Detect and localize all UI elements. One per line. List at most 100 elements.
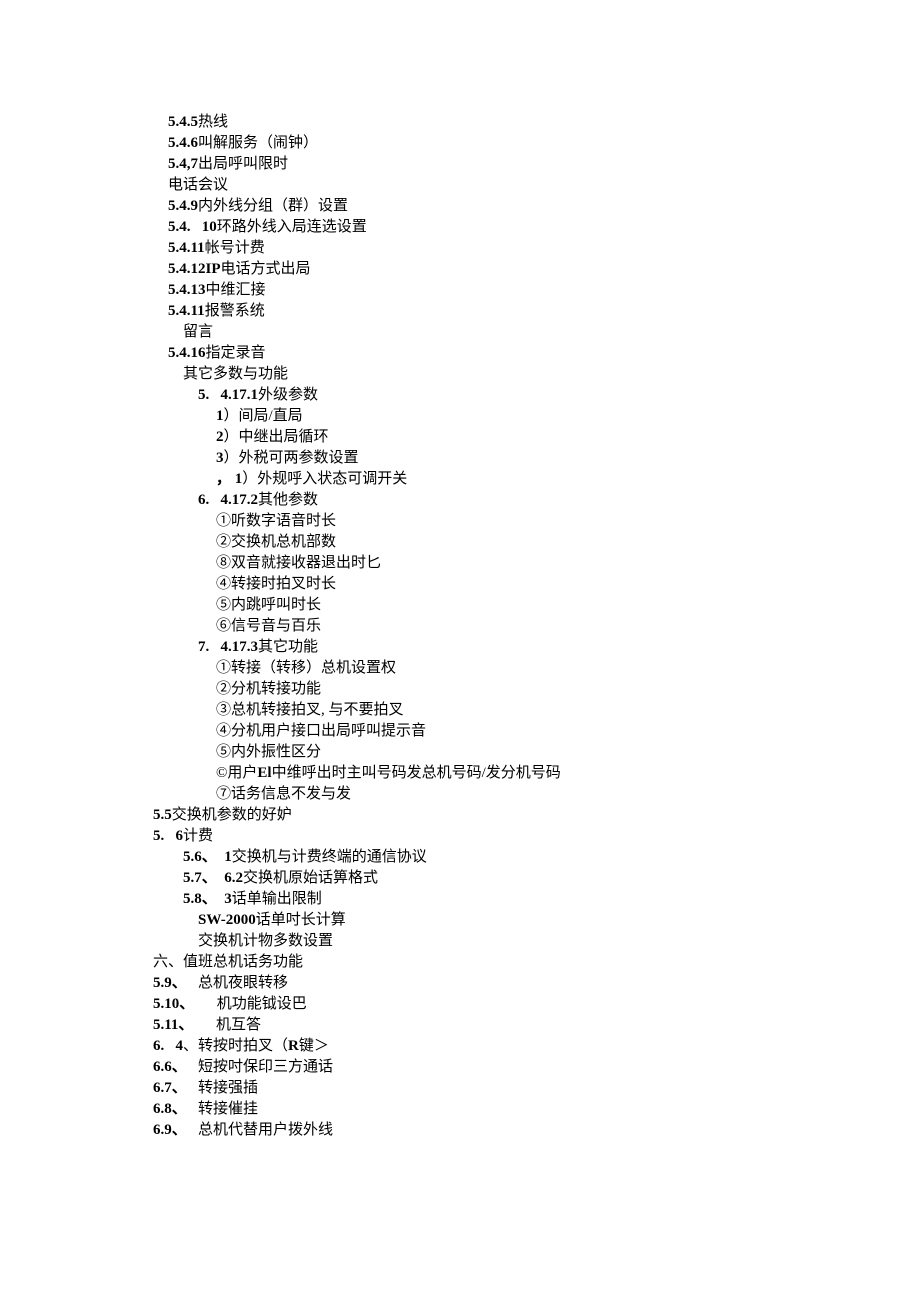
text-segment: 6.9、	[153, 1122, 198, 1138]
text-line: 交换机计物多数设置	[198, 931, 840, 952]
text-segment: 5.4.5	[168, 114, 198, 130]
text-segment: 6.8、	[153, 1101, 198, 1117]
text-segment: 1	[216, 408, 224, 424]
text-line: 5.4.16指定录音	[168, 343, 840, 364]
text-segment: 6.6、	[153, 1059, 198, 1075]
text-segment: 5.7、 6.2	[183, 870, 243, 886]
text-segment: 5.4.16	[168, 345, 206, 361]
text-line: 5.11、 机互答	[153, 1015, 840, 1036]
text-segment: 5.4,7	[168, 156, 198, 172]
text-segment: 外级参数	[258, 387, 318, 403]
text-segment: ©用户	[216, 765, 257, 781]
text-segment: 话单吋长计算	[256, 912, 346, 928]
text-segment: 3	[216, 450, 224, 466]
text-line: 5.5交换机参数的好妒	[153, 805, 840, 826]
text-segment: 转接强插	[198, 1080, 258, 1096]
text-line: ④转接时拍叉时长	[216, 574, 840, 595]
text-segment: 叫解服务（闹钟）	[198, 135, 318, 151]
text-line: 5.4.13中维汇接	[168, 280, 840, 301]
text-segment: R	[288, 1038, 299, 1054]
text-line: 5. 4.17.1外级参数	[198, 385, 840, 406]
text-segment: ⑦话务信息不发与发	[216, 786, 351, 802]
text-segment: 交换机参数的好妒	[172, 807, 292, 823]
text-segment: 交换机与计费终端的通信协议	[232, 849, 427, 865]
text-segment: 5.10、	[153, 996, 217, 1012]
text-segment: 话单输出限制	[232, 891, 322, 907]
text-line: 6.6、 短按吋保印三方通话	[153, 1057, 840, 1078]
text-segment: 计费	[183, 828, 213, 844]
text-segment: ③总机转接拍叉, 与不要拍叉	[216, 702, 404, 718]
text-line: 6.7、 转接强插	[153, 1078, 840, 1099]
text-segment: 中维汇接	[206, 282, 266, 298]
text-segment: 热线	[198, 114, 228, 130]
text-line: 5.8、 3话单输出限制	[183, 889, 840, 910]
text-segment: ⑤内外振性区分	[216, 744, 321, 760]
text-line: 3）外税可两参数设置	[216, 448, 840, 469]
text-line: 5.4,7出局呼叫限时	[168, 154, 840, 175]
text-segment: 指定录音	[206, 345, 266, 361]
text-line: 电话会议	[168, 175, 840, 196]
text-segment: 报警系统	[205, 303, 265, 319]
text-segment: 5.8、 3	[183, 891, 232, 907]
text-segment: 5.5	[153, 807, 172, 823]
text-segment: 6. 4.17.2	[198, 492, 258, 508]
text-segment: 5.4.11	[168, 240, 205, 256]
text-segment: 六、值班总机话务功能	[153, 954, 303, 970]
text-line: ⑤内跳呼叫时长	[216, 595, 840, 616]
text-segment: 5.4. 10	[168, 219, 217, 235]
text-line: 6.9、 总机代替用户拨外线	[153, 1120, 840, 1141]
text-line: ， 1）外规呼入状态可调开关	[216, 469, 840, 490]
text-line: 2）中继出局循环	[216, 427, 840, 448]
text-segment: ⑥信号音与百乐	[216, 618, 321, 634]
text-segment: 5.6、 1	[183, 849, 232, 865]
text-line: 6.8、 转接催挂	[153, 1099, 840, 1120]
text-line: ②交换机总机部数	[216, 532, 840, 553]
text-segment: 5.9、	[153, 975, 198, 991]
document-page: 5.4.5热线5.4.6叫解服务（闹钟）5.4,7出局呼叫限时电话会议5.4.9…	[0, 0, 920, 1141]
text-segment: 6.7、	[153, 1080, 198, 1096]
text-segment: 5. 6	[153, 828, 183, 844]
text-segment: 5.4.9	[168, 198, 198, 214]
text-line: 6. 4、转按时拍叉（R键＞	[153, 1036, 840, 1057]
text-line: 5.6、 1交换机与计费终端的通信协议	[183, 847, 840, 868]
text-segment: 7. 4.17.3	[198, 639, 258, 655]
text-line: ⑧双音就接收器退出时匕	[216, 553, 840, 574]
text-segment: 5.11、	[153, 1017, 216, 1033]
text-line: 六、值班总机话务功能	[153, 952, 840, 973]
text-segment: 键＞	[299, 1038, 329, 1054]
text-segment: 5.4.11	[168, 303, 205, 319]
text-segment: SW-2000	[198, 912, 256, 928]
text-segment: 中维呼出时主叫号码发总机号码/发分机号码	[272, 765, 561, 781]
text-line: 5.4.11报警系统	[168, 301, 840, 322]
text-segment: 交换机计物多数设置	[198, 933, 333, 949]
text-line: ④分机用户接口出局呼叫提示音	[216, 721, 840, 742]
text-line: 5.4. 10环路外线入局连选设置	[168, 217, 840, 238]
text-line: 5.4.5热线	[168, 112, 840, 133]
text-segment: 其它多数与功能	[183, 366, 288, 382]
text-segment: 机功能钺设巴	[217, 996, 307, 1012]
text-segment: ①听数字语音时长	[216, 513, 336, 529]
text-segment: 5.4.12IP	[168, 261, 221, 277]
text-segment: 5. 4.17.1	[198, 387, 258, 403]
document-content: 5.4.5热线5.4.6叫解服务（闹钟）5.4,7出局呼叫限时电话会议5.4.9…	[168, 112, 840, 1141]
text-segment: 总机夜眼转移	[198, 975, 288, 991]
text-line: ©用户El中维呼出时主叫号码发总机号码/发分机号码	[216, 763, 840, 784]
text-segment: ④分机用户接口出局呼叫提示音	[216, 723, 426, 739]
text-line: 留言	[183, 322, 840, 343]
text-segment: El	[257, 765, 271, 781]
text-segment: 6. 4	[153, 1038, 183, 1054]
text-segment: 、转按时拍叉（	[183, 1038, 288, 1054]
text-segment: 机互答	[216, 1017, 261, 1033]
text-segment: ）外税可两参数设置	[224, 450, 359, 466]
text-segment: 转接催挂	[198, 1101, 258, 1117]
text-segment: 其他参数	[258, 492, 318, 508]
text-segment: 2	[216, 429, 224, 445]
text-segment: 交换机原始话箅格式	[243, 870, 378, 886]
text-line: 5.4.9内外线分组（群）设置	[168, 196, 840, 217]
text-line: ②分机转接功能	[216, 679, 840, 700]
text-segment: 5.4.6	[168, 135, 198, 151]
text-line: 5.7、 6.2交换机原始话箅格式	[183, 868, 840, 889]
text-segment: 电话会议	[168, 177, 228, 193]
text-line: ①转接（转移）总机设置权	[216, 658, 840, 679]
text-line: ⑥信号音与百乐	[216, 616, 840, 637]
